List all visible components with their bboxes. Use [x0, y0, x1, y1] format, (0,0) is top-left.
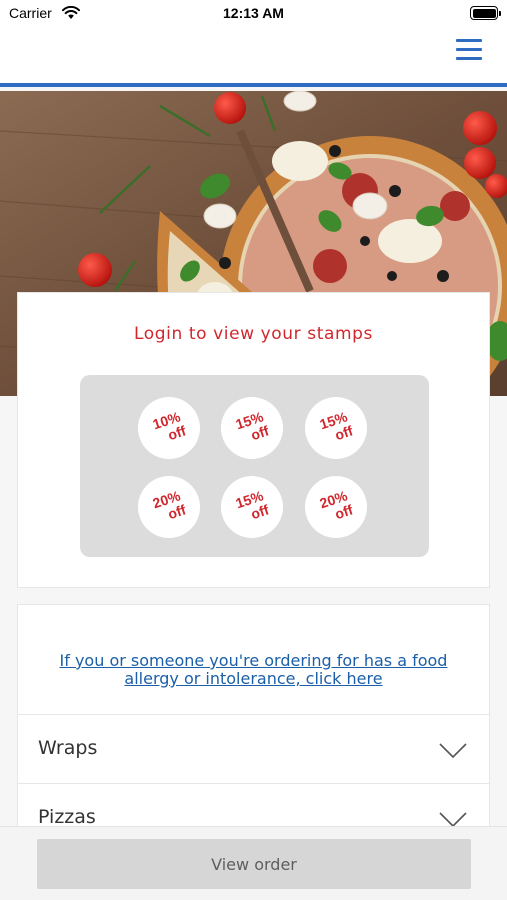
stamp-grid: 10% off 15% off 15% off 20% off 15% off 20% of…	[80, 375, 429, 557]
stamp: 15% off	[221, 476, 283, 538]
status-time: 12:13 AM	[223, 5, 284, 21]
category-row-wraps[interactable]: Wraps	[17, 714, 490, 784]
category-label: Wraps	[38, 737, 98, 759]
stamp: 20% off	[305, 476, 367, 538]
stamp: 15% off	[305, 397, 367, 459]
allergy-card: If you or someone you're ordering for ha…	[17, 604, 490, 714]
category-label: Pizzas	[38, 806, 96, 828]
stamp: 20% off	[138, 476, 200, 538]
hamburger-menu-icon[interactable]	[456, 39, 484, 63]
allergy-info-link[interactable]: If you or someone you're ordering for ha…	[38, 652, 469, 688]
nav-bar	[0, 28, 507, 87]
stamp-card-title[interactable]: Login to view your stamps	[18, 324, 489, 344]
chevron-down-icon	[439, 743, 467, 759]
view-order-button[interactable]: View order	[37, 839, 471, 889]
bottom-bar: View order	[0, 826, 507, 900]
stamp: 15% off	[221, 397, 283, 459]
stamp: 10% off	[138, 397, 200, 459]
status-bar: Carrier 12:13 AM	[0, 0, 507, 28]
battery-icon	[470, 6, 501, 20]
stamp-card: Login to view your stamps 10% off 15% off …	[17, 292, 490, 588]
